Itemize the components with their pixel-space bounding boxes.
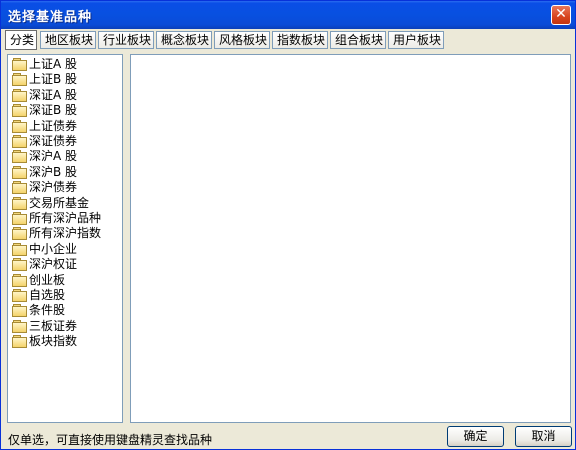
tab-industry[interactable]: 行业板块 xyxy=(98,31,154,49)
close-icon: ✕ xyxy=(555,6,567,22)
folder-icon xyxy=(12,257,28,272)
folder-icon xyxy=(12,273,28,287)
tree-item-label: 深沪权证 xyxy=(29,257,78,272)
tab-region[interactable]: 地区板块 xyxy=(40,31,96,49)
tree-item[interactable]: 上证A 股 xyxy=(12,57,77,72)
tree-item-label: 上证B 股 xyxy=(29,72,78,87)
folder-icon xyxy=(12,303,28,318)
folder-icon xyxy=(12,242,28,256)
tree-item-label: 板块指数 xyxy=(29,334,78,349)
folder-icon xyxy=(12,319,28,333)
folder-icon xyxy=(12,88,28,102)
cancel-button[interactable]: 取消 xyxy=(515,426,572,447)
folder-icon xyxy=(12,211,28,225)
tree-item-label: 自选股 xyxy=(29,288,66,302)
tab-user[interactable]: 用户板块 xyxy=(388,31,444,49)
tree-item-label: 条件股 xyxy=(29,303,66,318)
instrument-list-pane[interactable] xyxy=(130,54,571,423)
tree-item[interactable]: 三板证券 xyxy=(12,319,77,334)
folder-icon xyxy=(12,149,28,164)
tree-item-label: 深沪B 股 xyxy=(29,164,78,179)
close-button[interactable]: ✕ xyxy=(551,5,571,25)
folder-icon xyxy=(12,288,28,302)
tree-item[interactable]: 深证A 股 xyxy=(12,88,77,103)
tree-item[interactable]: 深沪B 股 xyxy=(12,165,77,180)
tree-item-label: 深沪A 股 xyxy=(29,149,78,164)
title-bar[interactable]: 选择基准品种 ✕ xyxy=(1,1,575,29)
tree-item-label: 深证B 股 xyxy=(29,103,78,118)
folder-icon xyxy=(12,103,28,118)
tree-item-label: 深证债券 xyxy=(29,134,78,148)
tab-concept[interactable]: 概念板块 xyxy=(156,31,212,49)
tree-item-label: 三板证券 xyxy=(29,318,78,333)
dialog-title: 选择基准品种 xyxy=(8,10,93,25)
tab-style[interactable]: 风格板块 xyxy=(214,31,270,49)
folder-icon xyxy=(12,57,28,71)
folder-icon xyxy=(12,119,28,133)
folder-icon xyxy=(12,226,28,241)
tree-item[interactable]: 上证债券 xyxy=(12,119,77,134)
tab-index[interactable]: 指数板块 xyxy=(272,31,328,49)
tree-item[interactable]: 深证债券 xyxy=(12,134,77,149)
tree-item[interactable]: 深证B 股 xyxy=(12,103,77,118)
tree-item[interactable]: 深沪债券 xyxy=(12,180,77,195)
folder-icon xyxy=(12,196,28,210)
tree-item[interactable]: 深沪A 股 xyxy=(12,149,77,164)
tree-item[interactable]: 自选股 xyxy=(12,288,65,303)
tree-item[interactable]: 中小企业 xyxy=(12,242,77,257)
folder-icon xyxy=(12,165,28,179)
folder-icon xyxy=(12,334,28,349)
hint-text: 仅单选，可直接使用键盘精灵查找品种 xyxy=(8,433,213,447)
tree-item-label: 深沪债券 xyxy=(29,180,78,195)
folder-icon xyxy=(12,134,28,148)
tree-item[interactable]: 深沪权证 xyxy=(12,257,77,272)
tree-item[interactable]: 交易所基金 xyxy=(12,196,89,211)
folder-icon xyxy=(12,72,28,87)
tab-category[interactable]: 分类 xyxy=(5,30,37,50)
tree-item-label: 中小企业 xyxy=(29,241,78,256)
tree-item[interactable]: 条件股 xyxy=(12,303,65,318)
tree-item-label: 所有深沪指数 xyxy=(29,226,102,241)
tree-item[interactable]: 创业板 xyxy=(12,273,65,288)
tree-item-label: 交易所基金 xyxy=(29,195,90,210)
tree-item[interactable]: 所有深沪指数 xyxy=(12,226,101,241)
tree-item-label: 所有深沪品种 xyxy=(29,211,102,225)
tab-portfolio[interactable]: 组合板块 xyxy=(330,31,386,49)
tree-item[interactable]: 上证B 股 xyxy=(12,72,77,87)
folder-icon xyxy=(12,180,28,195)
tree-item-label: 上证A 股 xyxy=(29,57,78,71)
tree-item-label: 上证债券 xyxy=(29,118,78,133)
ok-button[interactable]: 确定 xyxy=(447,426,504,447)
tree-item-label: 深证A 股 xyxy=(29,87,78,102)
tree-item[interactable]: 所有深沪品种 xyxy=(12,211,101,226)
tree-item-label: 创业板 xyxy=(29,272,66,287)
category-tree[interactable]: 上证A 股上证B 股深证A 股深证B 股上证债券 深证债券 深沪A 股深沪B 股深沪… xyxy=(7,54,123,423)
select-benchmark-dialog: 选择基准品种 ✕ 分类 地区板块 行业板块 概念板块 风格板块 指数板块 组合板… xyxy=(0,0,576,450)
tree-item[interactable]: 板块指数 xyxy=(12,334,77,349)
